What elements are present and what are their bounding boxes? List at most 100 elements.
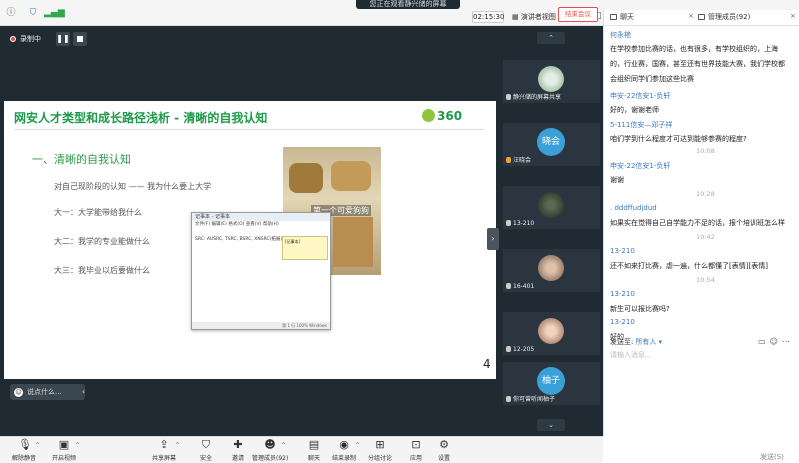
- slide-title: 网安人才类型和成长路径浅析 - 清晰的自我认知: [14, 111, 268, 125]
- message-sender: 13-210: [610, 247, 635, 255]
- panel-tabs: 聊天 × 管理成员(92) ×: [604, 10, 799, 26]
- photo-object: [333, 217, 373, 267]
- message-text: 谢谢: [610, 176, 624, 184]
- send-target-row: 发送至: 所有人 ▾ ▭☺⋯: [610, 337, 796, 347]
- participant-tile[interactable]: 13-210: [503, 186, 600, 229]
- chevron-left-icon[interactable]: ‹: [82, 384, 85, 400]
- camera-off-button[interactable]: ▣ 开启视频 ^: [46, 438, 82, 463]
- caret-up-icon[interactable]: ^: [75, 442, 80, 449]
- message-time: 10:42: [696, 233, 715, 241]
- participant-tile[interactable]: 12-205: [503, 312, 600, 355]
- caret-up-icon[interactable]: ^: [281, 442, 286, 449]
- mic-icon: [506, 94, 511, 100]
- toolbar-label: 解除静音: [11, 455, 36, 462]
- toolbar-label: 结束录制: [331, 455, 356, 462]
- send-button[interactable]: 发送(S): [760, 452, 784, 462]
- logo-icon: [422, 109, 435, 122]
- avatar: [538, 66, 564, 92]
- tab-members[interactable]: 管理成员(92): [698, 12, 750, 22]
- caret-up-icon[interactable]: ^: [355, 442, 360, 449]
- participant-tile[interactable]: 晓会 汪晓会: [503, 123, 600, 166]
- members-icon: [698, 14, 705, 20]
- folder-icon[interactable]: ▭: [758, 337, 770, 346]
- toolbar-label: 分组讨论: [367, 455, 392, 462]
- strip-scroll-down-button[interactable]: ⌄: [537, 419, 565, 431]
- members-button[interactable]: ☻ 管理成员(92) ^: [252, 438, 288, 463]
- gear-button[interactable]: ⚙ 设置: [426, 439, 462, 463]
- logo-text: 360: [437, 109, 463, 123]
- chat-icon: ▤: [308, 438, 320, 451]
- pause-icon: ❚❚: [56, 34, 70, 43]
- chat-icon: [610, 14, 617, 20]
- pause-recording-button[interactable]: ❚❚: [56, 32, 70, 46]
- dog-figure: [289, 163, 323, 193]
- participant-tile[interactable]: 静兴储的屏幕共享: [503, 60, 600, 103]
- notepad-title: 记事本 - 记事本: [192, 213, 330, 221]
- camera-off-icon: ▣: [58, 438, 70, 451]
- send-to-select[interactable]: 所有人 ▾: [635, 338, 662, 346]
- participant-name: 汪晓会: [513, 157, 532, 164]
- tab-chat[interactable]: 聊天: [610, 12, 634, 22]
- expand-strip-button[interactable]: ›: [487, 228, 499, 250]
- message-text: 会组织同学们参加这些比赛: [610, 75, 694, 83]
- slide-logo: 360: [422, 109, 462, 123]
- presentation-stage: 录制中 ❚❚ 网安人才类型和成长路径浅析 - 清晰的自我认知 360 一、清晰的…: [0, 26, 500, 436]
- share-screen-icon: ⇪: [159, 438, 169, 451]
- stop-recording-button[interactable]: [73, 32, 87, 46]
- shield-icon[interactable]: ⛉: [28, 9, 38, 18]
- slide-page-number: 4: [483, 357, 491, 371]
- members-icon: ☻: [264, 438, 276, 451]
- shield-icon: ⛉: [201, 438, 211, 451]
- emoji-icon[interactable]: ☺: [14, 388, 23, 397]
- slide-heading: 一、清晰的自我认知: [32, 153, 131, 166]
- avatar: [538, 192, 564, 218]
- caret-up-icon[interactable]: ^: [35, 442, 40, 449]
- quick-chat-placeholder: 说点什么...: [27, 388, 62, 396]
- notepad-menu: 文件(F) 编辑(E) 格式(O) 查看(V) 帮助(H): [195, 222, 279, 227]
- participant-name: 静兴储的屏幕共享: [513, 94, 562, 101]
- invite-icon: ✚: [233, 438, 243, 451]
- slide-line: 对自己现阶段的认知 —— 我为什么要上大学: [54, 182, 212, 191]
- strip-scroll-up-button[interactable]: ⌃: [537, 32, 565, 44]
- participant-tile[interactable]: 16-401: [503, 249, 600, 292]
- message-text: 的，行业赛，国赛，甚至还有世界技能大赛，我们学校都: [610, 60, 785, 68]
- notepad-window[interactable]: 记事本 - 记事本 文件(F) 编辑(E) 格式(O) 查看(V) 帮助(H) …: [191, 212, 331, 330]
- participant-tile[interactable]: 柚子 你可曾听闻柚子: [503, 362, 600, 405]
- more-icon[interactable]: ⋯: [782, 337, 794, 346]
- recording-indicator: 录制中: [10, 32, 54, 46]
- emoji-icon[interactable]: ☺: [770, 337, 782, 346]
- shield-button[interactable]: ⛉ 安全: [188, 438, 224, 463]
- chat-message-input[interactable]: 请输入消息...: [610, 350, 796, 428]
- chevron-right-icon: ›: [491, 234, 495, 243]
- quick-chat-input[interactable]: ☺ 说点什么... ‹: [10, 384, 85, 400]
- participant-name: 你可曾听闻柚子: [513, 396, 556, 403]
- slide-line: 大三：我毕业以后要做什么: [54, 266, 150, 275]
- apps-icon: ⊡: [411, 438, 421, 451]
- end-meeting-button[interactable]: 结束会议: [558, 7, 598, 22]
- invite-button[interactable]: ✚ 邀请: [220, 438, 256, 463]
- signal-icon[interactable]: ▂▄▆: [44, 9, 65, 18]
- record-button[interactable]: ◉ 结束录制 ^: [326, 438, 362, 463]
- message-sender: 何永艳: [610, 31, 631, 39]
- message-text: 在学校参加比赛的话，也有很多，有学校组织的，上海: [610, 45, 778, 53]
- share-screen-button[interactable]: ⇪ 共享屏幕 ^: [146, 438, 182, 463]
- breakout-button[interactable]: ⊞ 分组讨论: [362, 438, 398, 463]
- send-to-value: 所有人: [635, 338, 657, 346]
- avatar: 晓会: [537, 128, 565, 156]
- notepad-popup: [记事本]: [282, 236, 328, 260]
- close-icon[interactable]: ×: [688, 12, 694, 20]
- info-icon[interactable]: ⓘ: [6, 9, 16, 18]
- close-icon[interactable]: ×: [790, 12, 796, 20]
- message-sender: . dddffudjdud: [610, 204, 657, 212]
- message-time: 10:28: [696, 190, 715, 198]
- caret-up-icon[interactable]: ^: [175, 442, 180, 449]
- breakout-icon: ⊞: [375, 438, 385, 451]
- record-icon: ◉: [339, 438, 349, 451]
- meeting-timer: 02:15:30: [472, 11, 505, 23]
- send-to-label: 发送至:: [610, 338, 634, 346]
- notepad-status: 第 1 行 100% Windows: [192, 322, 330, 329]
- toolbar-label: 设置: [437, 455, 450, 462]
- mic-icon: [506, 346, 511, 352]
- mic-button[interactable]: 🎙 解除静音 ^: [6, 439, 42, 463]
- message-time: 10:08: [696, 147, 715, 155]
